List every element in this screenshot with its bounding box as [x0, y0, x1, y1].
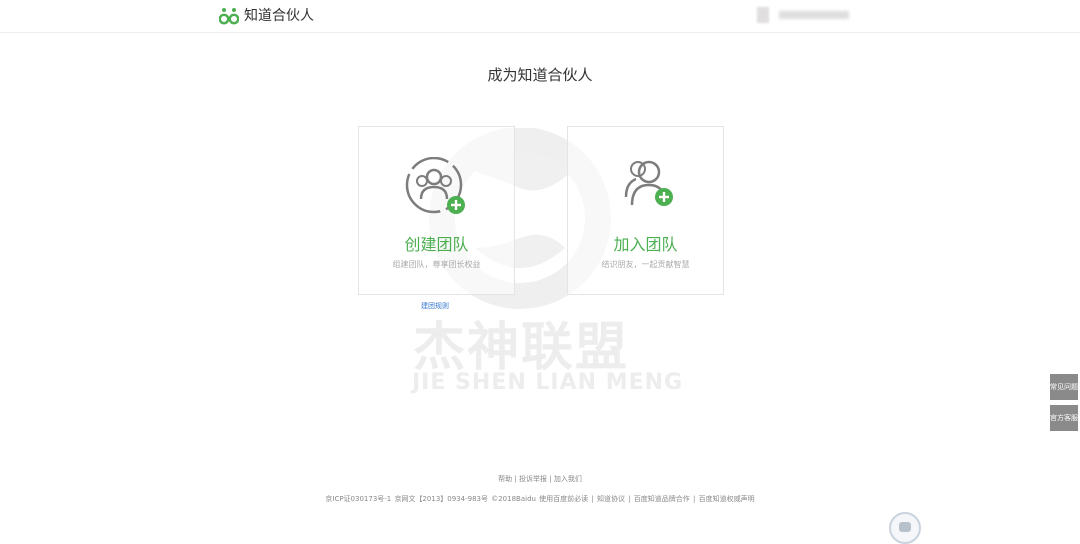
create-team-title: 创建团队 [404, 235, 469, 254]
chat-icon [899, 522, 911, 532]
username-blurred[interactable] [779, 11, 849, 19]
create-team-description: 组建团队，尊享团长权益 [392, 260, 481, 269]
page-title: 成为知道合伙人 [487, 66, 593, 84]
watermark-text-en: JIE SHEN LIAN MENG [412, 370, 684, 395]
footer-link-join-us[interactable]: 加入我们 [554, 475, 582, 483]
logo-text: 知道合伙人 [244, 8, 314, 24]
top-bar: 知道合伙人 [0, 0, 1080, 33]
join-team-card[interactable]: 加入团队 结识朋友，一起贡献智慧 [567, 126, 724, 295]
footer-copyright: 京ICP证030173号-1 京网文【2013】0934-983号 ©2018B… [325, 495, 755, 503]
create-team-card[interactable]: 创建团队 组建团队，尊享团长权益 [358, 126, 515, 295]
watermark-text-cn: 杰神联盟 [413, 318, 630, 378]
footer-links: 帮助 | 投诉举报 | 加入我们 [0, 474, 1080, 484]
join-team-description: 结识朋友，一起贡献智慧 [601, 260, 690, 269]
team-rules-link[interactable]: 建团规则 [421, 301, 449, 311]
avatar[interactable] [757, 7, 769, 23]
user-menu[interactable] [757, 7, 849, 23]
join-team-icon [624, 160, 673, 206]
create-team-icon [405, 157, 465, 214]
faq-float-button[interactable]: 常见问题 [1050, 374, 1078, 400]
footer-separator: | [549, 475, 552, 483]
customer-service-float-button[interactable]: 官方客服 [1050, 405, 1078, 431]
logo[interactable]: 知道合伙人 [219, 6, 314, 26]
partner-logo-icon [219, 8, 239, 25]
footer-separator: | [514, 475, 517, 483]
feedback-float-button[interactable] [889, 512, 921, 544]
join-team-title: 加入团队 [613, 235, 678, 254]
footer-link-help[interactable]: 帮助 [498, 475, 512, 483]
footer-link-report[interactable]: 投诉举报 [519, 475, 547, 483]
